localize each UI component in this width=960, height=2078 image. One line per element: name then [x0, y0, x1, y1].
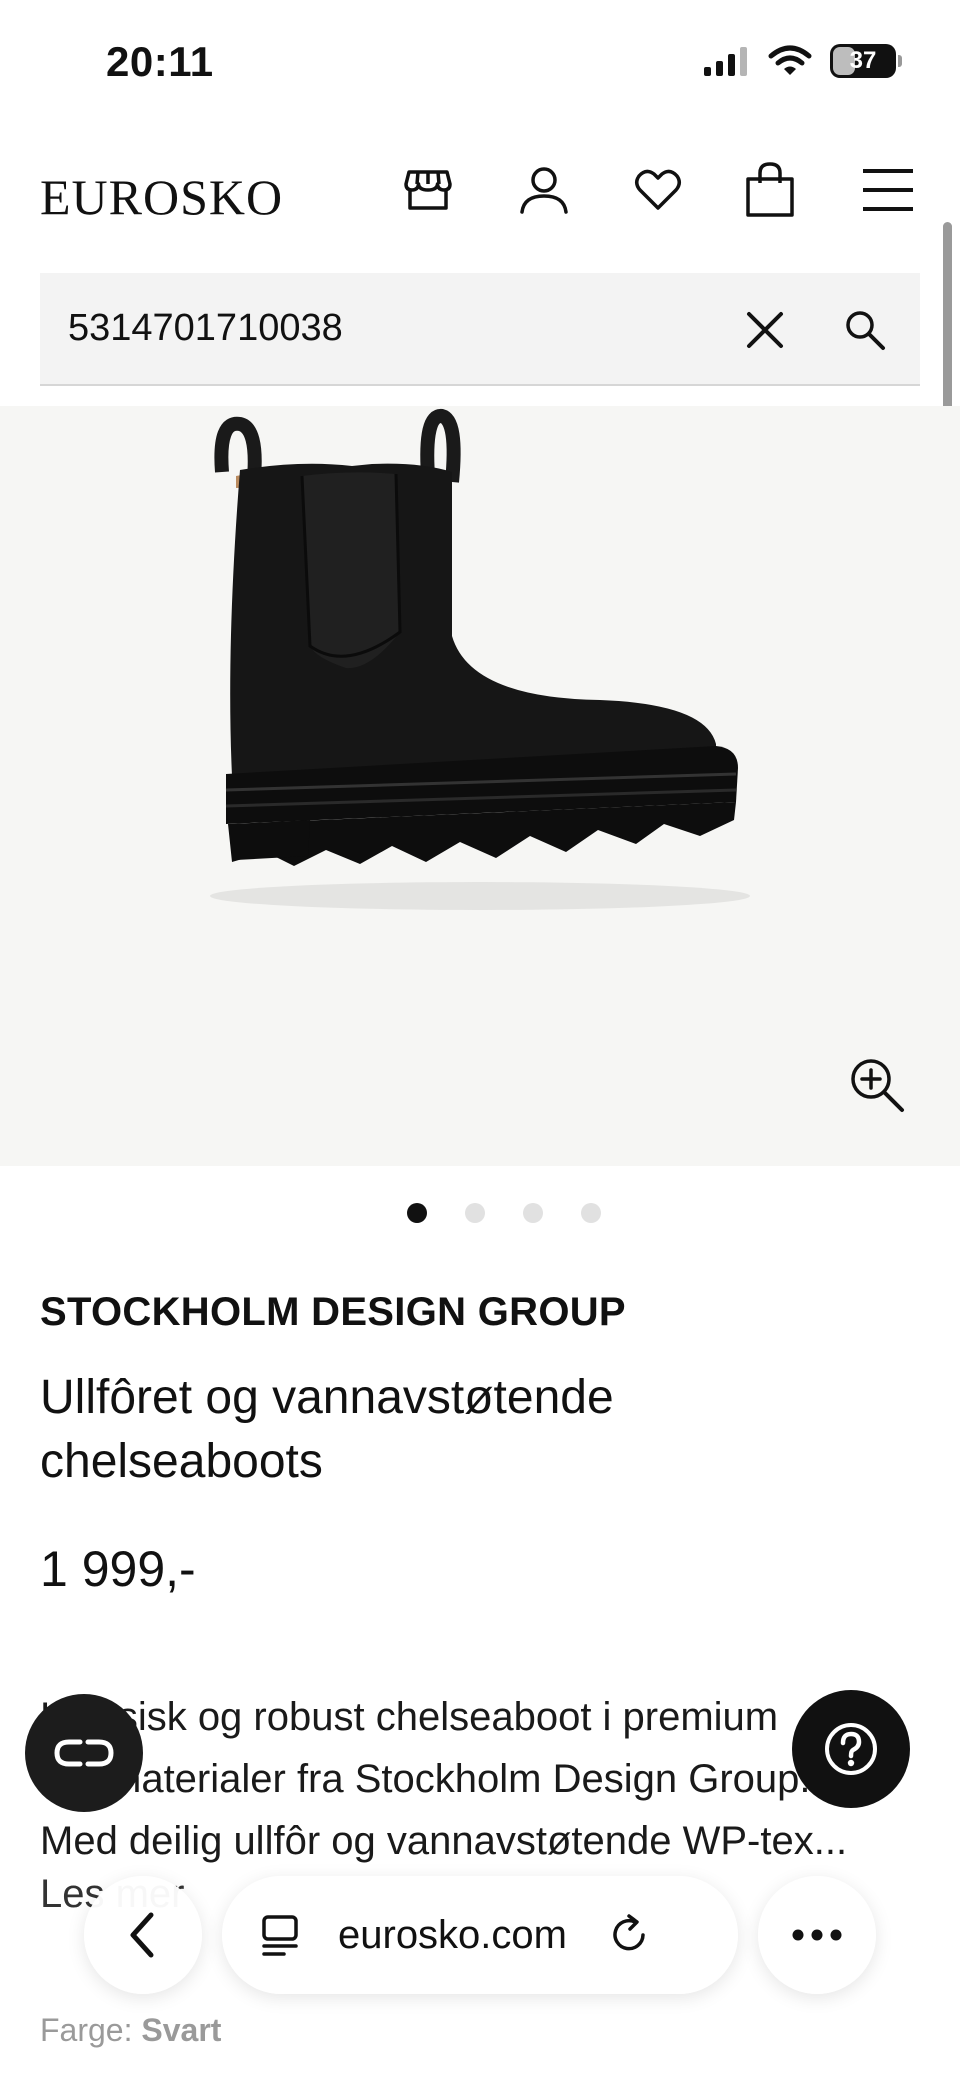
store-icon [404, 170, 452, 210]
reload-icon[interactable] [607, 1913, 651, 1957]
user-icon [520, 167, 568, 214]
menu-icon [863, 169, 913, 211]
account-button[interactable] [514, 160, 574, 220]
color-value: Svart [141, 2012, 222, 2048]
zoom-in-icon [851, 1059, 904, 1112]
more-options-icon [792, 1929, 842, 1941]
color-info: Farge: Svart [40, 2012, 221, 2049]
product-brand[interactable]: STOCKHOLM DESIGN GROUP [40, 1290, 626, 1335]
site-header: EUROSKO [0, 150, 960, 230]
browser-address-bar[interactable]: eurosko.com [222, 1876, 738, 1994]
description-line: materialer fra Stockholm Design Group. [108, 1757, 811, 1801]
page-menu-icon[interactable] [258, 1913, 302, 1957]
search-input[interactable] [68, 307, 668, 350]
bag-icon [746, 162, 794, 217]
cart-button[interactable] [740, 160, 800, 220]
help-button[interactable] [792, 1690, 910, 1808]
store-button[interactable] [398, 160, 458, 220]
browser-back-button[interactable] [84, 1876, 202, 1994]
carousel-dot[interactable] [465, 1203, 485, 1223]
product-title: Ullfôret og vannavstøtende chelseaboots [40, 1366, 900, 1494]
battery-percentage: 37 [849, 47, 877, 74]
chelsea-boot-image [210, 409, 750, 910]
menu-button[interactable] [858, 160, 918, 220]
carousel-dot[interactable] [581, 1203, 601, 1223]
heart-icon [635, 169, 681, 210]
battery-icon: 37 [830, 44, 902, 78]
cellular-signal-icon [704, 47, 747, 76]
product-title-line: Ullfôret og vannavstøtende [40, 1371, 614, 1424]
status-icons: 37 [702, 44, 902, 78]
help-icon [825, 1723, 877, 1775]
search-icon [846, 311, 885, 350]
product-price: 1 999,- [40, 1541, 196, 1597]
browser-more-button[interactable] [758, 1876, 876, 1994]
search-button[interactable] [840, 305, 890, 355]
clear-search-button[interactable] [740, 305, 790, 355]
product-description: Klassisk og robust chelseaboot i premium… [40, 1686, 920, 1872]
close-icon [747, 312, 783, 348]
zoom-button[interactable] [846, 1054, 910, 1118]
product-image-gallery[interactable] [0, 406, 960, 1166]
product-title-line: chelseaboots [40, 1435, 323, 1488]
carousel-indicator [0, 1203, 960, 1223]
status-time: 20:11 [106, 38, 214, 85]
carousel-dot[interactable] [523, 1203, 543, 1223]
chevron-left-icon [130, 1912, 154, 1958]
url-text: eurosko.com [338, 1912, 567, 1957]
search-bar [40, 273, 920, 386]
color-label: Farge: [40, 2012, 133, 2048]
link-icon [54, 1739, 114, 1767]
status-bar: 20:11 37 [0, 0, 960, 130]
chat-widget-button[interactable] [25, 1694, 143, 1812]
description-line: Med deilig ullfôr og vannavstøtende WP-t… [40, 1819, 848, 1863]
description-line: Klassisk og robust chelseaboot i premium [40, 1695, 779, 1739]
wifi-icon [768, 45, 812, 75]
eurosko-logo[interactable]: EUROSKO [40, 168, 283, 226]
carousel-dot[interactable] [407, 1203, 427, 1223]
wishlist-button[interactable] [628, 160, 688, 220]
